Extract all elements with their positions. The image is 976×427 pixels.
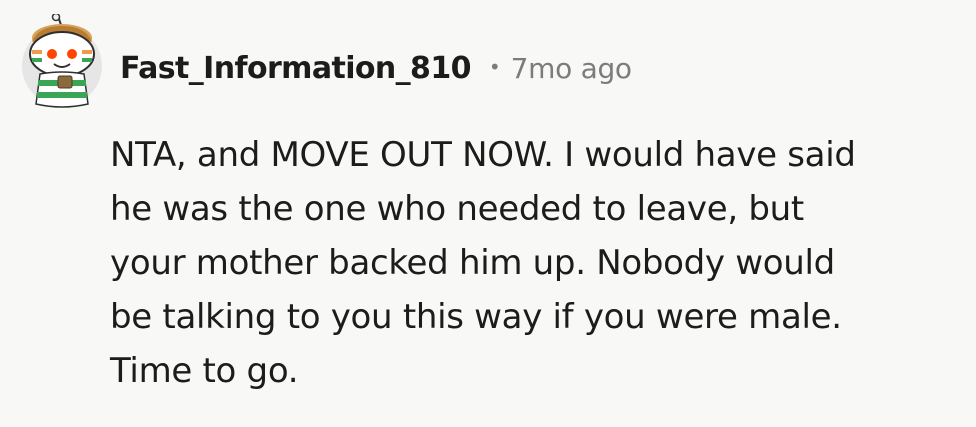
comment-header: Fast_Information_810 • 7mo ago xyxy=(120,46,632,90)
snoo-avatar-icon xyxy=(22,12,102,108)
comment-body: NTA, and MOVE OUT NOW. I would have said… xyxy=(110,128,966,398)
comment-body-line: be talking to you this way if you were m… xyxy=(110,297,842,337)
user-avatar[interactable] xyxy=(18,12,106,110)
comment-body-line: your mother backed him up. Nobody would xyxy=(110,243,835,283)
comment-body-line: he was the one who needed to leave, but xyxy=(110,189,804,229)
comment-body-line: NTA, and MOVE OUT NOW. I would have said xyxy=(110,135,856,175)
username-link[interactable]: Fast_Information_810 xyxy=(120,51,471,86)
comment: Fast_Information_810 • 7mo ago NTA, and … xyxy=(0,0,976,427)
comment-timestamp[interactable]: 7mo ago xyxy=(511,52,632,85)
separator-dot: • xyxy=(488,55,501,79)
comment-body-line: Time to go. xyxy=(110,351,299,391)
